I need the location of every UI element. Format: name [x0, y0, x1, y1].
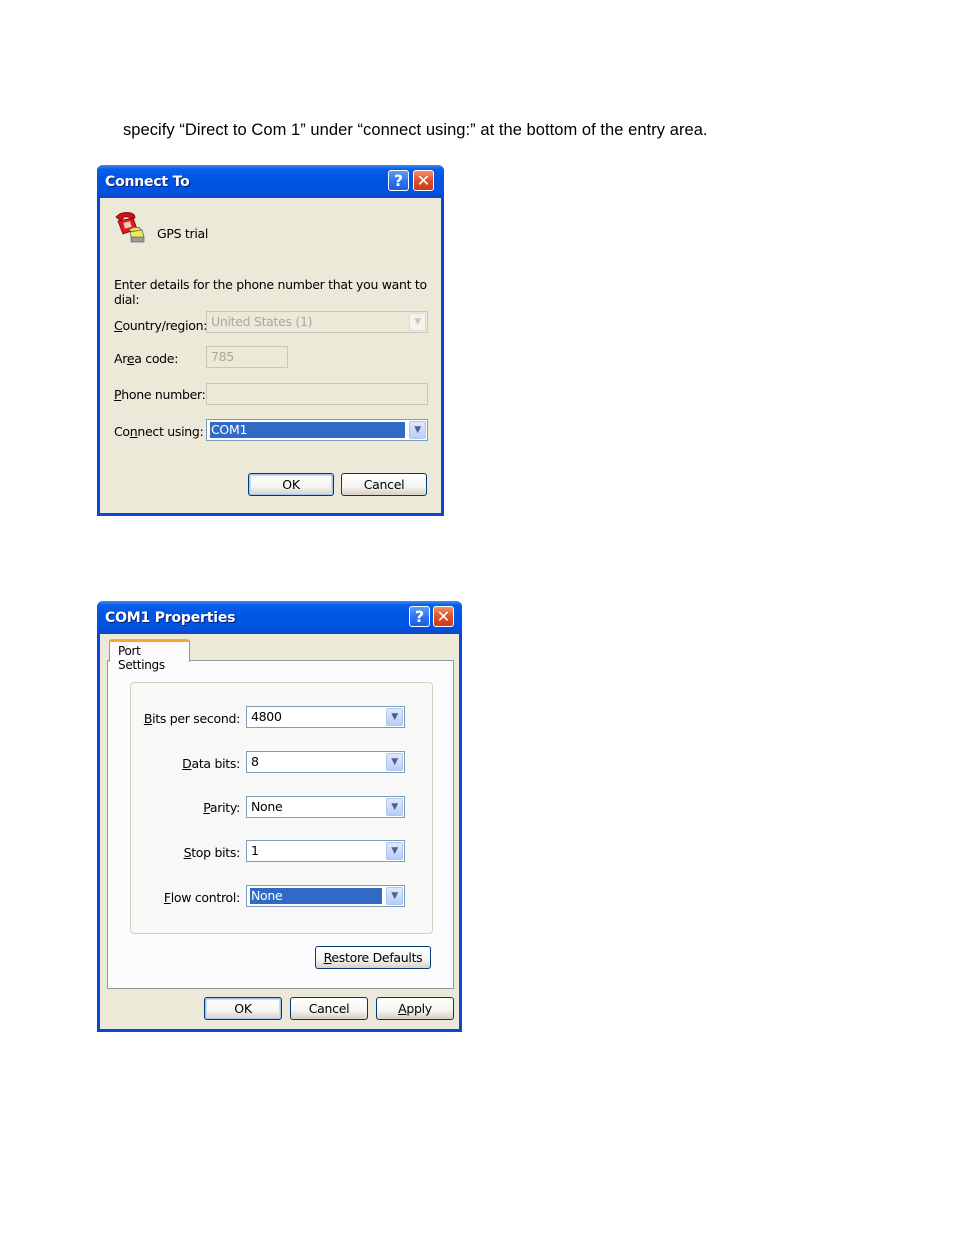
help-button[interactable]: ?	[388, 170, 409, 191]
dialog-title: Connect To	[105, 174, 190, 190]
help-icon: ?	[414, 607, 425, 626]
close-icon: ✕	[416, 171, 431, 190]
help-icon: ?	[393, 171, 404, 190]
flow-control-value: None	[250, 888, 382, 904]
area-code-value: 785	[211, 349, 234, 364]
apply-button[interactable]: Apply	[376, 997, 454, 1020]
stop-bits-select[interactable]: 1 ▼	[246, 840, 405, 862]
phone-number-label: Phone number:	[114, 387, 206, 402]
area-code-label: Area code:	[114, 351, 179, 366]
instruction-text: specify “Direct to Com 1” under “connect…	[123, 121, 708, 139]
telephone-icon	[113, 209, 147, 243]
title-bar[interactable]: COM1 Properties ? ✕	[97, 601, 462, 634]
help-button[interactable]: ?	[409, 606, 430, 627]
stop-bits-label: Stop bits:	[183, 845, 241, 860]
flow-control-select[interactable]: None ▼	[246, 885, 405, 907]
dialog-title: COM1 Properties	[105, 610, 236, 626]
chevron-down-icon[interactable]: ▼	[386, 708, 403, 726]
tab-port-settings[interactable]: Port Settings	[109, 639, 190, 672]
area-code-input[interactable]: 785	[206, 346, 288, 368]
cancel-button[interactable]: Cancel	[341, 473, 427, 496]
com-properties-dialog: COM1 Properties ? ✕ Bits per second: 480…	[97, 601, 462, 1032]
chevron-down-icon[interactable]: ▼	[386, 753, 403, 771]
parity-value: None	[251, 799, 283, 814]
title-bar[interactable]: Connect To ? ✕	[97, 165, 444, 198]
chevron-down-icon[interactable]: ▼	[386, 798, 403, 816]
data-bits-value: 8	[251, 754, 259, 769]
bits-per-second-label: Bits per second:	[143, 711, 240, 726]
bits-per-second-value: 4800	[251, 709, 282, 724]
close-button[interactable]: ✕	[433, 606, 454, 627]
close-icon: ✕	[436, 607, 451, 626]
close-button[interactable]: ✕	[413, 170, 434, 191]
chevron-down-icon[interactable]: ▼	[386, 887, 403, 905]
parity-select[interactable]: None ▼	[246, 796, 405, 818]
data-bits-label: Data bits:	[182, 756, 240, 771]
ok-button[interactable]: OK	[204, 997, 282, 1020]
ok-button[interactable]: OK	[248, 473, 334, 496]
connect-using-value: COM1	[210, 422, 405, 438]
connect-using-label: Connect using:	[114, 424, 204, 439]
flow-control-label: Flow control:	[163, 890, 240, 905]
tab-panel: Bits per second: 4800 ▼ Data bits: 8 ▼ P…	[107, 660, 454, 989]
prompt-text: Enter details for the phone number that …	[114, 277, 427, 307]
country-region-value: United States (1)	[211, 314, 313, 329]
phone-number-input[interactable]	[206, 383, 428, 405]
country-region-label: Country/region:	[114, 318, 208, 333]
chevron-down-icon[interactable]: ▼	[409, 313, 426, 331]
parity-label: Parity:	[203, 800, 240, 815]
connect-using-select[interactable]: COM1 ▼	[206, 419, 428, 441]
restore-defaults-button[interactable]: Restore Defaults	[315, 946, 431, 969]
connection-name: GPS trial	[157, 226, 209, 241]
connect-to-dialog: Connect To ? ✕ GPS trial Enter details f…	[97, 165, 444, 516]
chevron-down-icon[interactable]: ▼	[409, 421, 426, 439]
port-settings-group: Bits per second: 4800 ▼ Data bits: 8 ▼ P…	[130, 682, 433, 934]
stop-bits-value: 1	[251, 843, 259, 858]
cancel-button[interactable]: Cancel	[290, 997, 368, 1020]
data-bits-select[interactable]: 8 ▼	[246, 751, 405, 773]
country-region-select[interactable]: United States (1) ▼	[206, 311, 428, 333]
bits-per-second-select[interactable]: 4800 ▼	[246, 706, 405, 728]
chevron-down-icon[interactable]: ▼	[386, 842, 403, 860]
